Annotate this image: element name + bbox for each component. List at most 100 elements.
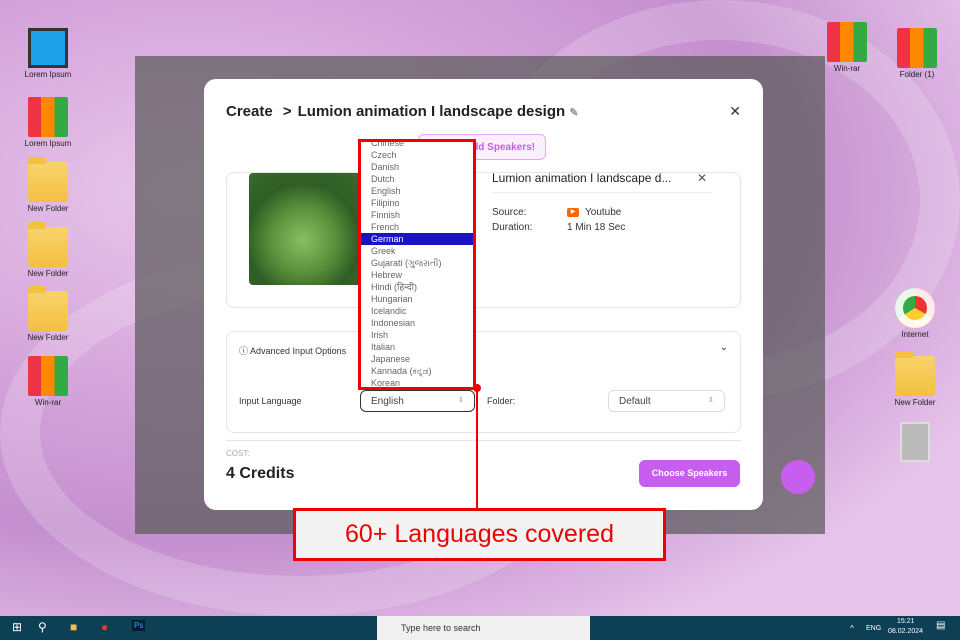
language-option[interactable]: Filipino — [361, 197, 473, 209]
desktop-icon-folder[interactable]: New Folder — [16, 286, 80, 342]
chrome-icon[interactable]: ● — [101, 620, 108, 634]
language-dropdown[interactable]: Chinese Czech Danish Dutch English Filipino Fi… — [358, 139, 476, 390]
language-option[interactable]: Korean — [361, 377, 473, 387]
language-option[interactable]: Italian — [361, 341, 473, 353]
video-card: Lumion animation I landscape d... ✕ Sour… — [226, 171, 741, 308]
language-option[interactable]: Hungarian — [361, 293, 473, 305]
taskbar: ⊞ ⚲ ■ ● Ps Type here to search ^ ENG 15:… — [0, 616, 960, 640]
duration-label: Duration: — [492, 222, 533, 233]
folder-icon — [28, 222, 68, 267]
divider — [226, 440, 741, 441]
source-text: Youtube — [585, 207, 622, 218]
books-icon — [897, 28, 937, 68]
language-option[interactable]: Danish — [361, 161, 473, 173]
language-option[interactable]: French — [361, 221, 473, 233]
windows-start-icon[interactable]: ⊞ — [12, 620, 22, 634]
breadcrumb-create[interactable]: Create — [226, 103, 273, 120]
youtube-icon: ▶ — [567, 207, 579, 217]
label: Folder (1) — [899, 70, 935, 79]
label: New Folder — [27, 333, 69, 342]
folder-label: Folder: — [487, 396, 516, 406]
credits-value: 4 Credits — [226, 465, 295, 482]
taskbar-search-input[interactable]: Type here to search — [377, 616, 590, 640]
desktop-icon-lorem[interactable]: Lorem Ipsum — [16, 97, 80, 148]
chat-widget-button[interactable] — [781, 460, 815, 494]
chevron-down-icon[interactable]: ⌄ — [720, 342, 728, 353]
recycle-bin[interactable] — [883, 422, 947, 464]
source-value: ▶ Youtube — [567, 207, 621, 218]
label: New Folder — [27, 204, 69, 213]
chevron-up-icon[interactable]: ^ — [850, 624, 854, 633]
winrar-icon — [28, 356, 68, 396]
clock-time[interactable]: 15:21 — [897, 618, 915, 625]
language-option[interactable]: Dutch — [361, 173, 473, 185]
language-option[interactable]: Kannada (ಕನ್ನಡ) — [361, 365, 473, 377]
folder-icon — [895, 351, 935, 396]
advanced-options-panel: ⓘ Advanced Input Options ⌄ Input Languag… — [226, 331, 741, 433]
callout-line — [476, 388, 478, 509]
desktop-icon-folder[interactable]: New Folder — [883, 351, 947, 407]
folder-icon — [28, 157, 68, 202]
language-option[interactable]: Japanese — [361, 353, 473, 365]
language-option[interactable]: Hindi (हिन्दी) — [361, 281, 473, 293]
trash-icon — [900, 422, 930, 462]
label: Lorem Ipsum — [24, 139, 72, 148]
folder-select[interactable]: Default ⇕ — [608, 390, 725, 412]
language-option[interactable]: Gujarati (ગુજરાતી) — [361, 257, 473, 269]
breadcrumb-sep: > — [282, 103, 292, 120]
language-option[interactable]: Irish — [361, 329, 473, 341]
video-thumbnail — [249, 173, 369, 285]
language-option[interactable]: Indonesian — [361, 317, 473, 329]
language-option[interactable]: Greek — [361, 245, 473, 257]
label: Win-rar — [833, 64, 861, 73]
select-value: Default — [619, 396, 651, 407]
label: Win-rar — [34, 398, 62, 407]
file-explorer-icon[interactable]: ■ — [70, 620, 77, 634]
divider — [492, 192, 712, 193]
search-placeholder: Type here to search — [401, 623, 481, 633]
info-icon: ⓘ — [239, 346, 249, 356]
language-option[interactable]: English — [361, 185, 473, 197]
notification-icon[interactable]: ▤ — [936, 620, 945, 631]
label: Internet — [901, 330, 929, 339]
language-option[interactable]: Hebrew — [361, 269, 473, 281]
input-language-label: Input Language — [239, 396, 302, 406]
folder-icon — [28, 286, 68, 331]
winrar-icon — [827, 22, 867, 62]
callout-dot — [473, 384, 481, 392]
updown-icon: ⇕ — [708, 397, 714, 404]
remove-video-icon[interactable]: ✕ — [697, 171, 707, 185]
label: New Folder — [27, 269, 69, 278]
close-icon[interactable]: ✕ — [729, 103, 741, 120]
source-label: Source: — [492, 207, 527, 218]
create-modal: Create > Lumion animation I landscape des… — [204, 79, 763, 510]
project-title: Lumion animation I landscape design — [297, 103, 566, 120]
language-indicator[interactable]: ENG — [866, 625, 881, 632]
pencil-icon[interactable]: ✎ — [569, 107, 578, 119]
advanced-label: Advanced Input Options — [250, 346, 347, 356]
desktop-icon-internet[interactable]: Internet — [883, 288, 947, 339]
language-option[interactable]: Czech — [361, 149, 473, 161]
label: Lorem Ipsum — [24, 70, 72, 79]
language-option[interactable]: Finnish — [361, 209, 473, 221]
search-icon[interactable]: ⚲ — [38, 620, 47, 634]
language-option[interactable]: Chinese — [361, 142, 473, 149]
language-option[interactable]: Icelandic — [361, 305, 473, 317]
language-option[interactable]: German — [361, 233, 473, 245]
desktop-icon-folder[interactable]: New Folder — [16, 222, 80, 278]
video-title: Lumion animation I landscape d... — [492, 171, 672, 185]
input-language-select[interactable]: English ⇕ — [360, 390, 475, 412]
photoshop-icon[interactable]: Ps — [132, 620, 146, 631]
clock-date[interactable]: 08.02.2024 — [888, 628, 923, 635]
duration-value: 1 Min 18 Sec — [567, 222, 626, 233]
choose-speakers-button[interactable]: Choose Speakers — [639, 460, 740, 487]
modal-title: Create > Lumion animation I landscape des… — [226, 103, 579, 120]
desktop-icon-winrar[interactable]: Win-rar — [16, 356, 80, 407]
desktop-icon-computer[interactable]: Lorem Ipsum — [16, 28, 80, 79]
desktop-icon-folder[interactable]: New Folder — [16, 157, 80, 213]
label: New Folder — [894, 398, 936, 407]
advanced-toggle[interactable]: ⓘ Advanced Input Options — [239, 344, 346, 357]
books-icon — [28, 97, 68, 137]
desktop-icon-folder1[interactable]: Folder (1) — [885, 28, 949, 79]
updown-icon: ⇕ — [458, 397, 464, 404]
